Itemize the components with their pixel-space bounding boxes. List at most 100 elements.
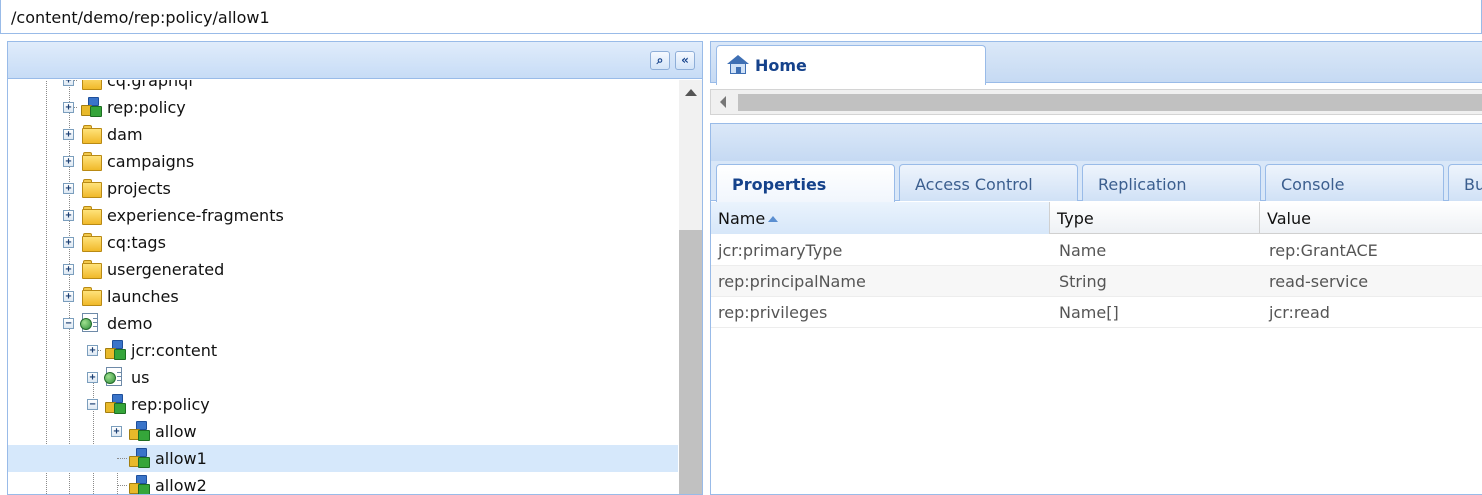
folder-icon xyxy=(82,233,102,252)
table-row[interactable]: rep:principalName String read-service xyxy=(711,266,1482,297)
expand-icon[interactable]: + xyxy=(63,237,74,248)
tab-label: Access Control xyxy=(915,175,1033,194)
cell-value: jcr:read xyxy=(1269,303,1330,322)
collapse-panel-icon[interactable]: « xyxy=(675,51,695,70)
expand-icon[interactable]: + xyxy=(87,345,98,356)
expand-icon[interactable]: + xyxy=(63,264,74,275)
collapse-icon[interactable]: − xyxy=(87,399,98,410)
cell-name: jcr:primaryType xyxy=(718,241,843,260)
scrollbar-thumb[interactable] xyxy=(679,230,702,494)
expand-icon[interactable]: + xyxy=(111,426,122,437)
cell-type: String xyxy=(1059,272,1107,291)
sort-ascending-icon xyxy=(768,216,778,222)
tree-node[interactable]: + dam xyxy=(8,121,678,148)
node-icon xyxy=(105,340,127,360)
tree-scrollbar[interactable] xyxy=(679,80,702,494)
column-header-value[interactable]: Value xyxy=(1260,202,1482,234)
tree-node[interactable]: + projects xyxy=(8,175,678,202)
properties-panel: Properties Access Control Replication Co… xyxy=(710,123,1482,495)
tree-node-label: rep:policy xyxy=(107,98,186,117)
tree-node-label: cq:tags xyxy=(107,233,166,252)
tree-node-label: experience-fragments xyxy=(107,206,284,225)
folder-icon xyxy=(82,179,102,198)
folder-icon xyxy=(82,206,102,225)
column-header-name[interactable]: Name xyxy=(711,202,1050,234)
folder-icon xyxy=(82,152,102,171)
scroll-left-icon[interactable] xyxy=(720,96,726,108)
node-icon xyxy=(129,421,151,441)
tab-home[interactable]: Home xyxy=(716,45,986,85)
expand-icon[interactable]: + xyxy=(63,210,74,221)
tab-console[interactable]: Console xyxy=(1265,164,1444,201)
tab-access-control[interactable]: Access Control xyxy=(899,164,1078,201)
tab-properties[interactable]: Properties xyxy=(716,164,895,202)
tree-node-label: allow2 xyxy=(155,476,207,495)
folder-icon xyxy=(82,80,102,90)
tree-node-label: rep:policy xyxy=(131,395,210,414)
cell-name: rep:privileges xyxy=(718,303,828,322)
properties-panel-header xyxy=(711,124,1482,161)
tree-node[interactable]: + allow xyxy=(8,418,678,445)
tab-replication[interactable]: Replication xyxy=(1082,164,1261,201)
tree-node[interactable]: + experience-fragments xyxy=(8,202,678,229)
expand-icon[interactable]: + xyxy=(87,372,98,383)
tree-node-label: allow1 xyxy=(155,449,207,468)
collapse-icon[interactable]: − xyxy=(63,318,74,329)
tree-node[interactable]: allow2 xyxy=(8,472,678,495)
tab-label: Properties xyxy=(732,175,827,194)
binoculars-icon[interactable]: ⌕ xyxy=(650,51,670,70)
cell-type: Name xyxy=(1059,241,1107,260)
node-icon xyxy=(129,448,151,468)
main-tabstrip: Home xyxy=(710,41,1482,85)
scroll-up-icon[interactable] xyxy=(685,89,697,96)
path-bar xyxy=(0,0,1482,34)
cell-value: read-service xyxy=(1269,272,1369,291)
tree-node[interactable]: + us xyxy=(8,364,678,391)
properties-tabstrip: Properties Access Control Replication Co… xyxy=(711,161,1482,202)
home-icon xyxy=(727,55,749,75)
tree-node[interactable]: + cq:graphql xyxy=(8,80,678,94)
content-panel: Home Properties Access Control Replicati… xyxy=(710,41,1482,495)
folder-icon xyxy=(82,125,102,144)
tree-node-label: launches xyxy=(107,287,179,306)
cell-name: rep:principalName xyxy=(718,272,866,291)
tab-label: Replication xyxy=(1098,175,1187,194)
tree-node-label: us xyxy=(131,368,150,387)
path-input[interactable] xyxy=(5,2,1481,32)
tree-node-label: cq:graphql xyxy=(107,80,193,90)
table-row[interactable]: rep:privileges Name[] jcr:read xyxy=(711,297,1482,328)
grid-header: Name Type Value xyxy=(711,202,1482,234)
tree-node-label: projects xyxy=(107,179,171,198)
tree-node[interactable]: + cq:tags xyxy=(8,229,678,256)
tree-node[interactable]: + usergenerated xyxy=(8,256,678,283)
tree-node-label: demo xyxy=(107,314,153,333)
tree-node[interactable]: + jcr:content xyxy=(8,337,678,364)
tab-build[interactable]: Bu xyxy=(1448,164,1482,201)
expand-icon[interactable]: + xyxy=(63,102,74,113)
expand-icon[interactable]: + xyxy=(63,129,74,140)
tree-node[interactable]: − rep:policy xyxy=(8,391,678,418)
tree-node-label: dam xyxy=(107,125,143,144)
tree-panel-header: ⌕ « xyxy=(8,42,702,79)
tree-node-label: jcr:content xyxy=(131,341,218,360)
cell-type: Name[] xyxy=(1059,303,1119,322)
folder-icon xyxy=(82,260,102,279)
expand-icon[interactable]: + xyxy=(63,291,74,302)
tab-label: Console xyxy=(1281,175,1345,194)
tree-node[interactable]: + launches xyxy=(8,283,678,310)
node-icon xyxy=(81,97,103,117)
tree-node[interactable]: + rep:policy xyxy=(8,94,678,121)
expand-icon[interactable]: + xyxy=(63,156,74,167)
cell-value: rep:GrantACE xyxy=(1269,241,1378,260)
scrollbar-thumb[interactable] xyxy=(738,94,1482,111)
expand-icon[interactable]: + xyxy=(63,183,74,194)
table-row[interactable]: jcr:primaryType Name rep:GrantACE xyxy=(711,235,1482,266)
tree-node[interactable]: − demo xyxy=(8,310,678,337)
tree-node-selected[interactable]: allow1 xyxy=(8,445,678,472)
page-icon xyxy=(104,367,124,387)
expand-icon[interactable]: + xyxy=(63,80,74,86)
tree-node[interactable]: + campaigns xyxy=(8,148,678,175)
horizontal-scrollbar[interactable] xyxy=(710,89,1482,115)
column-header-type[interactable]: Type xyxy=(1050,202,1260,234)
tree-view: + cq:graphql + rep:policy + dam + campai… xyxy=(8,80,678,495)
